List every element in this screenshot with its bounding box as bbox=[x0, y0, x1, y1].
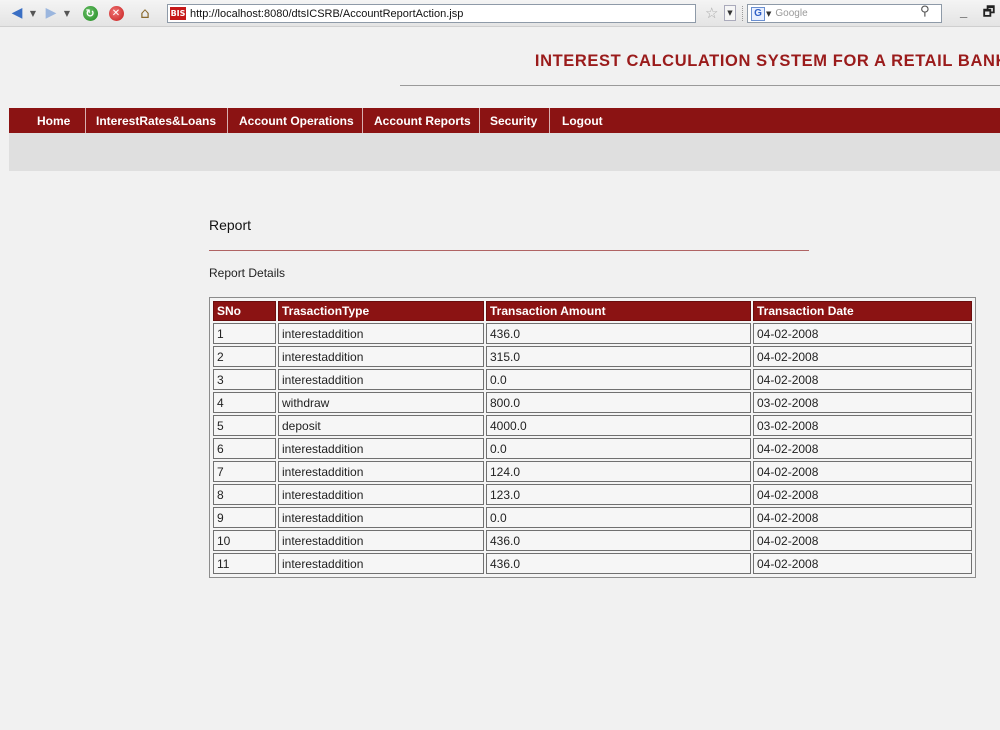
column-header-sno: SNo bbox=[213, 301, 276, 321]
cell-sno: 1 bbox=[213, 323, 276, 344]
search-input[interactable]: Google bbox=[775, 8, 807, 19]
cell-transaction-amount: 0.0 bbox=[486, 507, 751, 528]
table-header-row: SNo TrasactionType Transaction Amount Tr… bbox=[213, 301, 972, 321]
page-root: ◀ ▼ ▶ ▼ ↻ ✕ ⌂ BIS http://localhost:8080/… bbox=[0, 0, 1000, 730]
cell-transaction-type: interestaddition bbox=[278, 323, 484, 344]
cell-transaction-type: interestaddition bbox=[278, 438, 484, 459]
back-dropdown-icon[interactable]: ▼ bbox=[28, 4, 38, 22]
cell-transaction-amount: 124.0 bbox=[486, 461, 751, 482]
toolbar-separator bbox=[742, 6, 744, 21]
back-arrow-icon[interactable]: ◀ bbox=[6, 4, 28, 22]
cell-sno: 8 bbox=[213, 484, 276, 505]
column-header-transaction-date: Transaction Date bbox=[753, 301, 972, 321]
cell-transaction-amount: 800.0 bbox=[486, 392, 751, 413]
cell-transaction-amount: 436.0 bbox=[486, 530, 751, 551]
history-dropdown-icon[interactable]: ▼ bbox=[724, 5, 736, 21]
reload-icon[interactable]: ↻ bbox=[80, 4, 100, 22]
cell-transaction-date: 03-02-2008 bbox=[753, 415, 972, 436]
report-table-container: SNo TrasactionType Transaction Amount Tr… bbox=[209, 297, 976, 578]
stop-icon[interactable]: ✕ bbox=[106, 4, 126, 22]
cell-transaction-date: 04-02-2008 bbox=[753, 530, 972, 551]
cell-sno: 5 bbox=[213, 415, 276, 436]
site-favicon-icon: BIS bbox=[170, 7, 186, 20]
cell-transaction-type: interestaddition bbox=[278, 484, 484, 505]
cell-sno: 3 bbox=[213, 369, 276, 390]
main-menu: Home InterestRates&Loans Account Operati… bbox=[9, 108, 1000, 133]
cell-sno: 6 bbox=[213, 438, 276, 459]
cell-transaction-amount: 0.0 bbox=[486, 369, 751, 390]
cell-transaction-type: interestaddition bbox=[278, 346, 484, 367]
cell-transaction-date: 04-02-2008 bbox=[753, 484, 972, 505]
cell-transaction-date: 04-02-2008 bbox=[753, 553, 972, 574]
cell-sno: 7 bbox=[213, 461, 276, 482]
cell-sno: 4 bbox=[213, 392, 276, 413]
menu-item-home[interactable]: Home bbox=[9, 108, 86, 133]
table-row: 6 interestaddition 0.0 04-02-2008 bbox=[213, 438, 972, 459]
table-row: 7 interestaddition 124.0 04-02-2008 bbox=[213, 461, 972, 482]
table-row: 10 interestaddition 436.0 04-02-2008 bbox=[213, 530, 972, 551]
cell-transaction-type: interestaddition bbox=[278, 461, 484, 482]
search-box[interactable]: G ▼ Google bbox=[747, 4, 942, 23]
window-controls[interactable]: _ 🗗 x bbox=[960, 3, 1000, 25]
report-subheading: Report Details bbox=[209, 266, 286, 280]
table-row: 8 interestaddition 123.0 04-02-2008 bbox=[213, 484, 972, 505]
forward-dropdown-icon[interactable]: ▼ bbox=[62, 4, 72, 22]
menu-item-account-reports[interactable]: Account Reports bbox=[363, 108, 480, 133]
table-row: 11 interestaddition 436.0 04-02-2008 bbox=[213, 553, 972, 574]
cell-transaction-amount: 315.0 bbox=[486, 346, 751, 367]
menu-item-interest-rates-loans[interactable]: InterestRates&Loans bbox=[86, 108, 228, 133]
forward-arrow-icon[interactable]: ▶ bbox=[40, 4, 62, 22]
report-table: SNo TrasactionType Transaction Amount Tr… bbox=[211, 299, 974, 576]
report-divider bbox=[209, 250, 809, 251]
url-text[interactable]: http://localhost:8080/dtsICSRB/AccountRe… bbox=[190, 8, 463, 20]
url-bar[interactable]: BIS http://localhost:8080/dtsICSRB/Accou… bbox=[167, 4, 696, 23]
cell-transaction-date: 04-02-2008 bbox=[753, 323, 972, 344]
cell-transaction-date: 04-02-2008 bbox=[753, 369, 972, 390]
menu-item-account-operations[interactable]: Account Operations bbox=[228, 108, 363, 133]
cell-transaction-type: interestaddition bbox=[278, 507, 484, 528]
cell-transaction-date: 04-02-2008 bbox=[753, 507, 972, 528]
google-engine-icon[interactable]: G bbox=[751, 6, 765, 21]
table-row: 1 interestaddition 436.0 04-02-2008 bbox=[213, 323, 972, 344]
title-divider bbox=[400, 85, 1000, 86]
bookmark-star-icon[interactable]: ☆ bbox=[705, 4, 718, 22]
cell-sno: 9 bbox=[213, 507, 276, 528]
cell-transaction-date: 04-02-2008 bbox=[753, 461, 972, 482]
report-heading: Report bbox=[209, 217, 252, 233]
report-table-body: 1 interestaddition 436.0 04-02-2008 2 interes… bbox=[213, 323, 972, 574]
cell-transaction-type: interestaddition bbox=[278, 369, 484, 390]
cell-transaction-date: 04-02-2008 bbox=[753, 346, 972, 367]
submenu-bar bbox=[9, 133, 1000, 171]
menu-item-logout[interactable]: Logout bbox=[550, 108, 620, 133]
cell-sno: 10 bbox=[213, 530, 276, 551]
cell-transaction-date: 04-02-2008 bbox=[753, 438, 972, 459]
table-row: 3 interestaddition 0.0 04-02-2008 bbox=[213, 369, 972, 390]
table-row: 4 withdraw 800.0 03-02-2008 bbox=[213, 392, 972, 413]
menu-item-security[interactable]: Security bbox=[480, 108, 550, 133]
table-row: 5 deposit 4000.0 03-02-2008 bbox=[213, 415, 972, 436]
engine-dropdown-icon[interactable]: ▼ bbox=[766, 10, 771, 18]
table-row: 9 interestaddition 0.0 04-02-2008 bbox=[213, 507, 972, 528]
cell-transaction-type: interestaddition bbox=[278, 530, 484, 551]
cell-transaction-amount: 4000.0 bbox=[486, 415, 751, 436]
browser-toolbar: ◀ ▼ ▶ ▼ ↻ ✕ ⌂ BIS http://localhost:8080/… bbox=[0, 0, 1000, 27]
cell-transaction-amount: 436.0 bbox=[486, 553, 751, 574]
column-header-transaction-type: TrasactionType bbox=[278, 301, 484, 321]
cell-transaction-type: interestaddition bbox=[278, 553, 484, 574]
cell-transaction-amount: 436.0 bbox=[486, 323, 751, 344]
app-title: INTEREST CALCULATION SYSTEM FOR A RETAIL… bbox=[534, 52, 1000, 70]
cell-transaction-date: 03-02-2008 bbox=[753, 392, 972, 413]
home-icon[interactable]: ⌂ bbox=[134, 4, 156, 22]
cell-transaction-type: deposit bbox=[278, 415, 484, 436]
column-header-transaction-amount: Transaction Amount bbox=[486, 301, 751, 321]
cell-sno: 11 bbox=[213, 553, 276, 574]
table-row: 2 interestaddition 315.0 04-02-2008 bbox=[213, 346, 972, 367]
cell-transaction-amount: 123.0 bbox=[486, 484, 751, 505]
cell-transaction-type: withdraw bbox=[278, 392, 484, 413]
cell-sno: 2 bbox=[213, 346, 276, 367]
cell-transaction-amount: 0.0 bbox=[486, 438, 751, 459]
search-magnifier-icon[interactable]: ⚲ bbox=[920, 4, 930, 19]
